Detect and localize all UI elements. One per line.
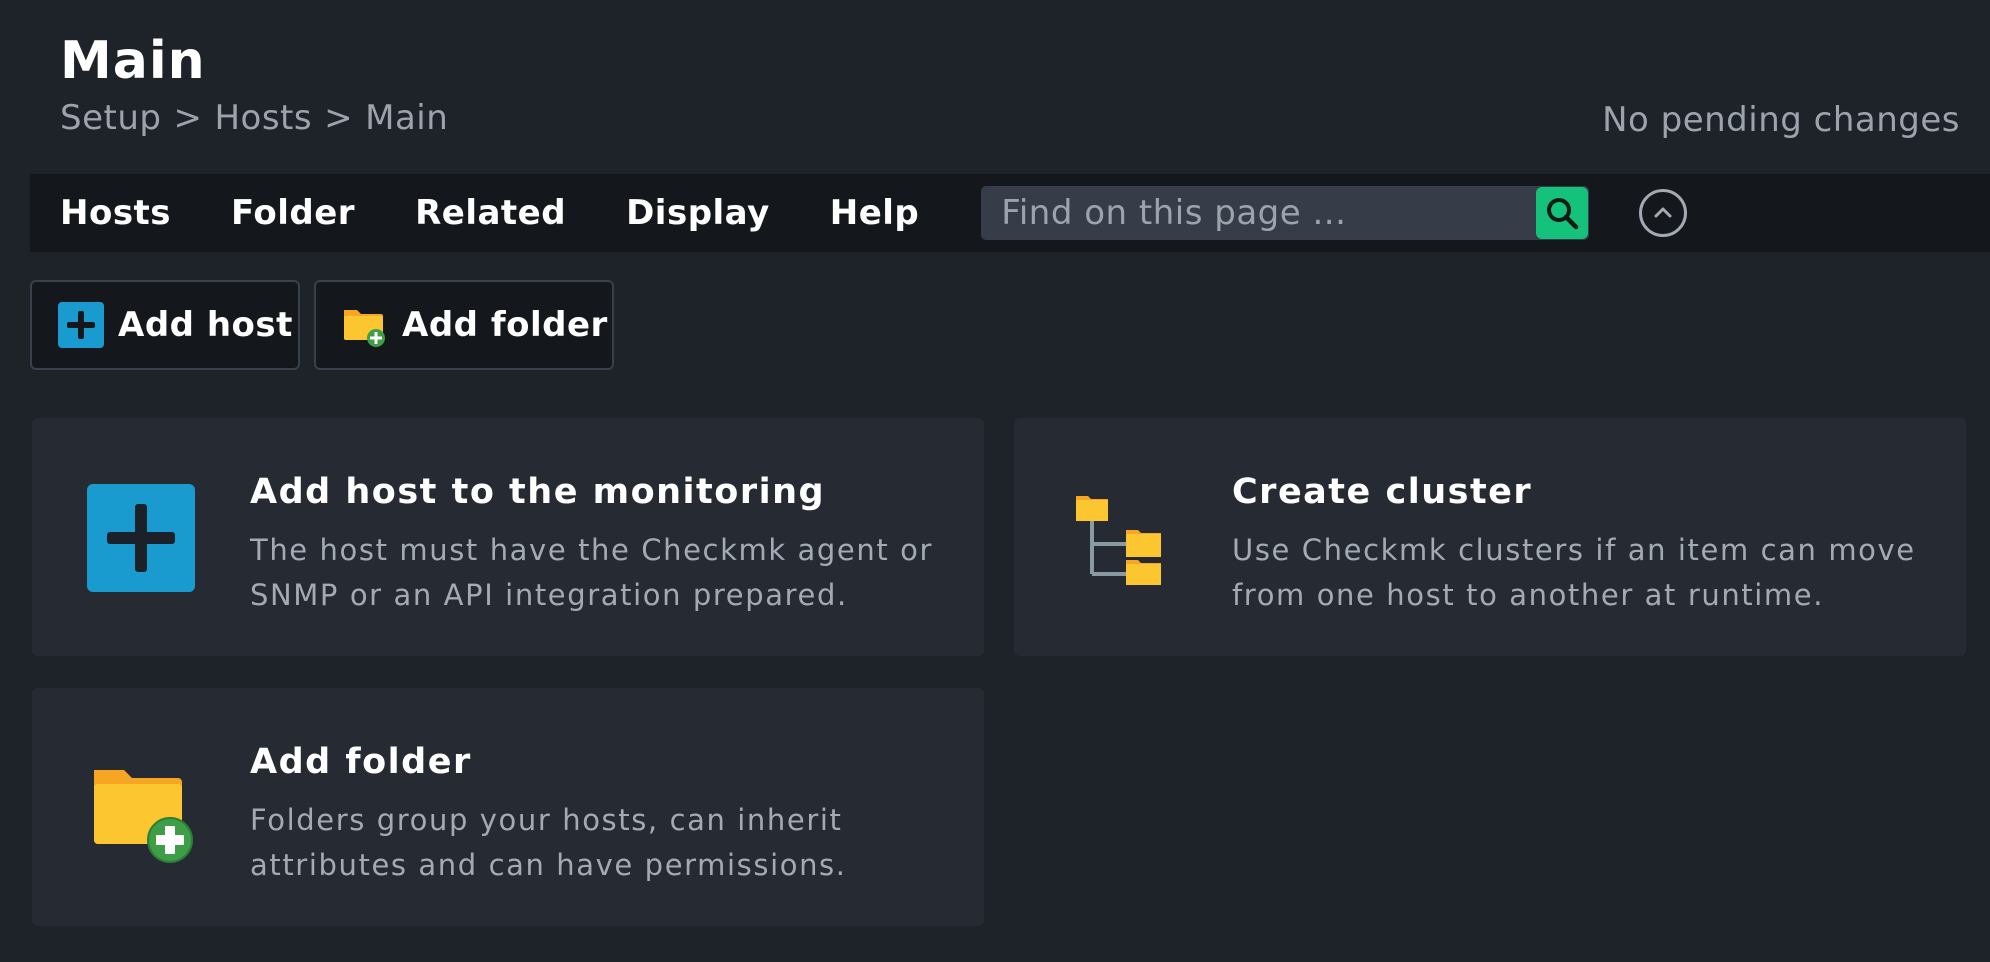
- card-add-host[interactable]: Add host to the monitoring The host must…: [32, 418, 984, 656]
- breadcrumb-separator: >: [173, 98, 203, 138]
- breadcrumb-hosts[interactable]: Hosts: [214, 98, 312, 138]
- breadcrumb-setup[interactable]: Setup: [60, 98, 161, 138]
- page-menu-bar: Hosts Folder Related Display Help: [30, 174, 1990, 252]
- card-create-cluster[interactable]: Create cluster Use Checkmk clusters if a…: [1014, 418, 1966, 656]
- add-host-button[interactable]: Add host: [30, 280, 300, 370]
- page: Main Setup > Hosts > Main No pending changes…: [0, 0, 1990, 962]
- add-host-icon: [87, 484, 195, 596]
- search-icon: [1547, 198, 1579, 230]
- add-host-icon: [58, 302, 104, 348]
- card-description: Use Checkmk clusters if an item can move…: [1232, 533, 1916, 612]
- breadcrumb: Setup > Hosts > Main: [60, 98, 448, 138]
- search-input[interactable]: [981, 186, 1537, 240]
- search-button[interactable]: [1536, 187, 1589, 239]
- card-add-folder[interactable]: Add folder Folders group your hosts, can…: [32, 688, 984, 926]
- page-title: Main: [60, 31, 206, 91]
- card-title: Add host to the monitoring: [250, 472, 826, 512]
- menu-hosts[interactable]: Hosts: [30, 174, 201, 252]
- chevron-up-icon: [1654, 207, 1672, 218]
- add-folder-label: Add folder: [402, 305, 608, 345]
- menu-help[interactable]: Help: [800, 174, 950, 252]
- page-search: [981, 186, 1590, 240]
- card-description: Folders group your hosts, can inherit at…: [250, 803, 847, 882]
- card-description: The host must have the Checkmk agent or …: [250, 533, 934, 612]
- menu-related[interactable]: Related: [385, 174, 596, 252]
- add-folder-button[interactable]: Add folder: [314, 280, 614, 370]
- cluster-icon: [1074, 490, 1166, 590]
- menu-folder[interactable]: Folder: [201, 174, 385, 252]
- breadcrumb-separator: >: [324, 98, 354, 138]
- card-title: Create cluster: [1232, 472, 1533, 512]
- breadcrumb-main[interactable]: Main: [365, 98, 448, 138]
- card-title: Add folder: [250, 742, 472, 782]
- add-host-label: Add host: [118, 305, 293, 345]
- menu-display[interactable]: Display: [596, 174, 800, 252]
- add-folder-icon: [92, 768, 196, 868]
- collapse-toggle-button[interactable]: [1639, 189, 1688, 237]
- add-folder-icon: [342, 302, 388, 348]
- pending-changes-status[interactable]: No pending changes: [1602, 100, 1960, 140]
